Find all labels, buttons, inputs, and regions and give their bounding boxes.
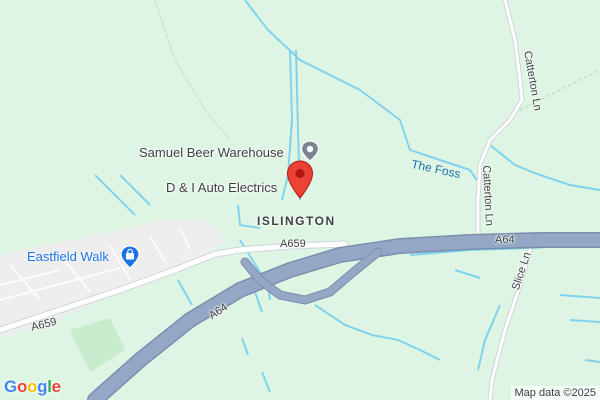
poi-label-samuel-beer-warehouse[interactable]: Samuel Beer Warehouse <box>139 145 284 160</box>
poi-label-eastfield-walk[interactable]: Eastfield Walk <box>27 249 109 264</box>
map-data-attribution[interactable]: Map data ©2025 <box>510 386 600 400</box>
google-logo-letter: o <box>16 377 28 396</box>
google-logo-letter: g <box>37 377 48 396</box>
google-logo[interactable]: Google <box>4 377 61 397</box>
shopping-bag-icon[interactable] <box>119 245 141 274</box>
road-label-a64-right: A64 <box>495 234 515 246</box>
google-logo-letter: o <box>27 377 38 396</box>
location-marker-icon[interactable] <box>286 160 314 205</box>
google-logo-letter: G <box>4 377 17 396</box>
road-label-a659-center: A659 <box>280 238 306 250</box>
poi-label-d-i-auto-electrics[interactable]: D & I Auto Electrics <box>166 180 277 195</box>
google-logo-text: Google <box>4 377 61 396</box>
google-logo-letter: e <box>51 377 61 396</box>
area-label-islington: ISLINGTON <box>257 214 336 228</box>
